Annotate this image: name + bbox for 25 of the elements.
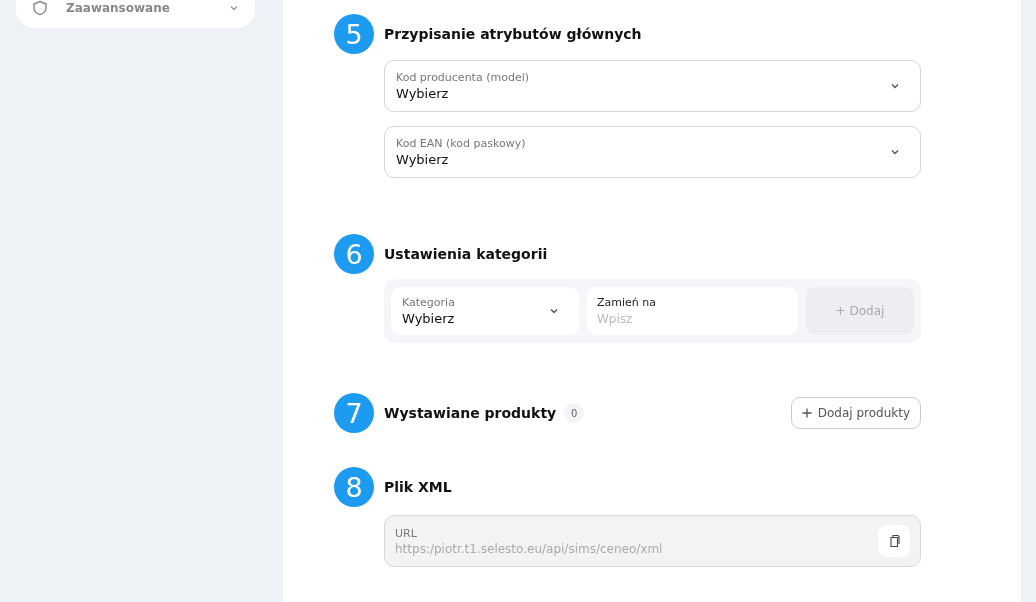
chevron-icon bbox=[549, 306, 559, 316]
field-label: Zamień na bbox=[597, 296, 657, 309]
copy-button[interactable] bbox=[878, 525, 910, 557]
section-title: Przypisanie atrybutów głównych bbox=[384, 26, 642, 42]
chevron-icon bbox=[890, 81, 900, 91]
section-title: Ustawienia kategorii bbox=[384, 246, 548, 262]
select-field[interactable]: Kod producenta (model) Wybierz bbox=[384, 60, 921, 112]
section-title: Plik XML bbox=[384, 479, 452, 495]
select-field[interactable]: Kod EAN (kod paskowy) Wybierz bbox=[384, 126, 921, 178]
step-number: 7 bbox=[334, 393, 374, 433]
shield-icon bbox=[32, 0, 48, 16]
sidebar-item[interactable]: Zaawansowane bbox=[16, 0, 255, 16]
step-number: 6 bbox=[334, 234, 374, 274]
plus-icon bbox=[801, 408, 812, 418]
chevron-icon bbox=[890, 147, 900, 157]
section-title: Wystawiane produkty bbox=[384, 405, 557, 421]
copy-icon bbox=[888, 534, 900, 548]
input-field[interactable]: Wpisz bbox=[597, 312, 788, 326]
replace-field[interactable]: Zamień na Wpisz bbox=[587, 287, 798, 335]
add-products-button[interactable]: Dodaj produkty bbox=[790, 397, 921, 429]
url-field[interactable]: URL https:/piotr.t1.selesto.eu/api/sims/ceneo/xml bbox=[384, 515, 921, 567]
step-number: 5 bbox=[334, 14, 374, 54]
step-number: 8 bbox=[334, 467, 374, 507]
count-badge: 0 bbox=[564, 403, 585, 423]
category-select[interactable]: Kategoria Wybierz bbox=[391, 287, 579, 335]
